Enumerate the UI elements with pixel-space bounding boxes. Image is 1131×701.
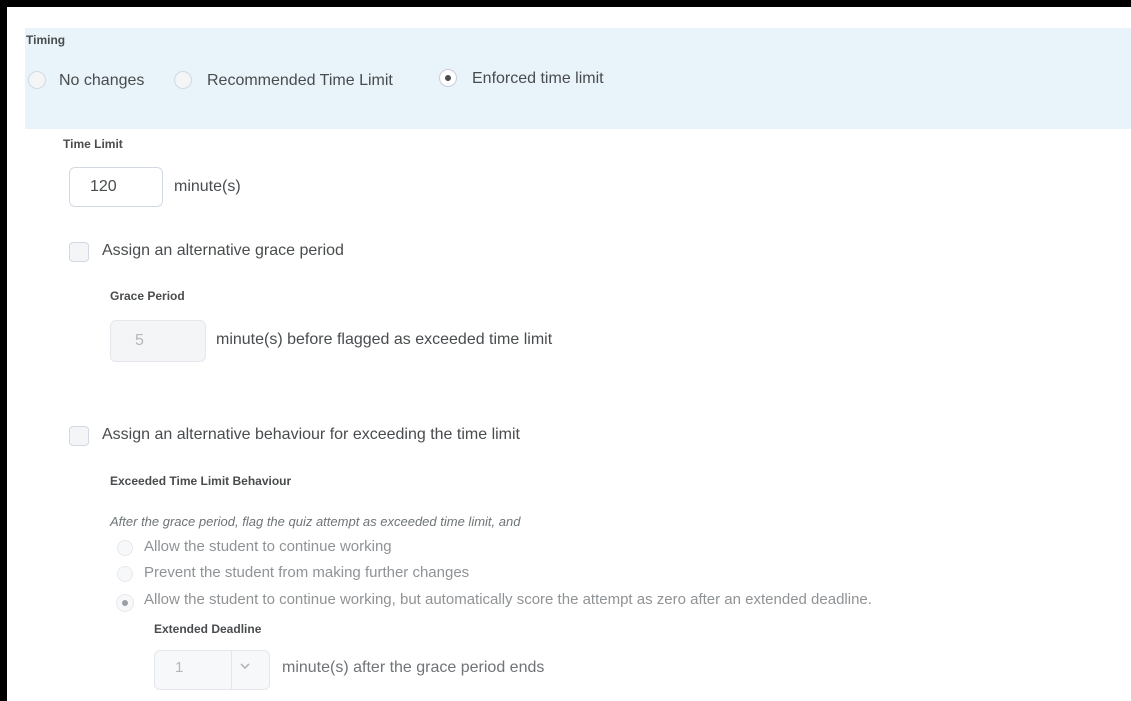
extended-deadline-select[interactable]: 1 (154, 650, 270, 690)
grace-period-suffix: minute(s) before flagged as exceeded tim… (216, 331, 553, 348)
radio-score-zero[interactable] (116, 594, 134, 612)
radio-recommended-time-limit[interactable] (174, 71, 192, 89)
grace-period-heading: Grace Period (110, 289, 185, 303)
radio-no-changes-label[interactable]: No changes (59, 72, 144, 90)
timing-heading: Timing (26, 33, 66, 47)
radio-recommended-time-limit-label[interactable]: Recommended Time Limit (207, 72, 393, 90)
exceed-behaviour-checkbox[interactable] (69, 426, 89, 446)
time-limit-input[interactable]: 120 (69, 167, 163, 207)
select-divider (231, 651, 232, 689)
chevron-down-icon (240, 663, 250, 670)
extended-deadline-suffix: minute(s) after the grace period ends (282, 659, 545, 676)
exceeded-behaviour-heading: Exceeded Time Limit Behaviour (110, 474, 292, 488)
grace-period-checkbox[interactable] (69, 242, 89, 262)
extended-deadline-value: 1 (175, 659, 184, 676)
radio-enforced-time-limit-label[interactable]: Enforced time limit (472, 70, 604, 88)
radio-score-zero-label[interactable]: Allow the student to continue working, b… (144, 591, 872, 608)
radio-prevent-changes-label[interactable]: Prevent the student from making further … (144, 564, 469, 581)
exceeded-behaviour-description: After the grace period, flag the quiz at… (110, 514, 521, 529)
extended-deadline-heading: Extended Deadline (154, 622, 262, 636)
exceed-behaviour-checkbox-label[interactable]: Assign an alternative behaviour for exce… (102, 426, 520, 444)
radio-no-changes[interactable] (28, 71, 46, 89)
radio-allow-continue[interactable] (117, 540, 133, 556)
radio-enforced-time-limit[interactable] (439, 69, 457, 87)
radio-prevent-changes[interactable] (117, 566, 133, 582)
quiz-timing-panel: Timing No changes Recommended Time Limit… (7, 7, 1131, 701)
time-limit-heading: Time Limit (63, 137, 123, 151)
radio-allow-continue-label[interactable]: Allow the student to continue working (144, 538, 392, 555)
grace-period-input[interactable]: 5 (110, 320, 206, 362)
grace-period-checkbox-label[interactable]: Assign an alternative grace period (102, 242, 344, 260)
time-limit-unit: minute(s) (174, 178, 241, 195)
